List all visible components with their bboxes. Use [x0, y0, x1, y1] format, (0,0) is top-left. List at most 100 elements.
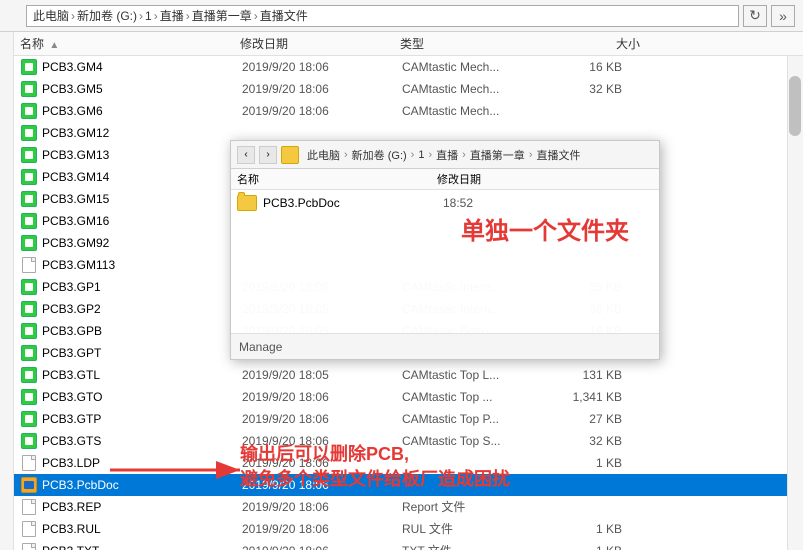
- file-icon-cell: [20, 410, 38, 428]
- popup-path: 此电脑 › 新加卷 (G:) › 1 › 直播 › 直播第一章 › 直播文件: [307, 147, 580, 163]
- popup-path-1: 此电脑: [307, 147, 340, 163]
- file-row[interactable]: PCB3.GM4 2019/9/20 18:06 CAMtastic Mech.…: [0, 56, 803, 78]
- file-icon-cell: [20, 212, 38, 230]
- col-header-date[interactable]: 修改日期: [240, 35, 400, 52]
- green-icon: [21, 389, 37, 405]
- file-size: 1 KB: [562, 544, 642, 550]
- file-icon-cell: [20, 124, 38, 142]
- file-size: 1 KB: [562, 522, 642, 536]
- green-icon: [21, 235, 37, 251]
- file-row[interactable]: PCB3.GM5 2019/9/20 18:06 CAMtastic Mech.…: [0, 78, 803, 100]
- file-row[interactable]: PCB3.TXT 2019/9/20 18:06 TXT 文件 1 KB: [0, 540, 803, 550]
- green-icon: [21, 213, 37, 229]
- popup-file-icon: [237, 193, 257, 213]
- file-row[interactable]: PCB3.RUL 2019/9/20 18:06 RUL 文件 1 KB: [0, 518, 803, 540]
- file-row[interactable]: PCB3.GTL 2019/9/20 18:05 CAMtastic Top L…: [0, 364, 803, 386]
- file-name: PCB3.LDP: [42, 456, 242, 470]
- file-name: PCB3.GM15: [42, 192, 242, 206]
- file-row[interactable]: PCB3.REP 2019/9/20 18:06 Report 文件: [0, 496, 803, 518]
- path-part-2: 新加卷 (G:): [77, 7, 137, 24]
- popup-col-header-name[interactable]: 名称: [237, 171, 437, 187]
- refresh-button[interactable]: ↻: [743, 5, 767, 27]
- address-bar: 此电脑 › 新加卷 (G:) › 1 › 直播 › 直播第一章 › 直播文件 ↻…: [0, 0, 803, 32]
- col-header-type[interactable]: 类型: [400, 35, 560, 52]
- popup-folder-icon: [281, 146, 299, 164]
- file-row[interactable]: PCB3.GTP 2019/9/20 18:06 CAMtastic Top P…: [0, 408, 803, 430]
- file-icon-cell: [20, 476, 38, 494]
- green-icon: [21, 323, 37, 339]
- popup-col-header-date[interactable]: 修改日期: [437, 171, 557, 187]
- file-name: PCB3.GM5: [42, 82, 242, 96]
- popup-back-button[interactable]: ‹: [237, 146, 255, 164]
- path-part-6: 直播文件: [260, 7, 308, 24]
- file-name: PCB3.RUL: [42, 522, 242, 536]
- file-name: PCB3.GPB: [42, 324, 242, 338]
- green-icon: [21, 169, 37, 185]
- scrollbar-thumb[interactable]: [789, 76, 801, 136]
- file-date: 2019/9/20 18:06: [242, 412, 402, 426]
- file-date: 2019/9/20 18:06: [242, 522, 402, 536]
- file-type: CAMtastic Top ...: [402, 390, 562, 404]
- col-header-name[interactable]: 名称 ▲: [20, 35, 240, 52]
- file-date: 2019/9/20 18:06: [242, 390, 402, 404]
- annotation-text-delete-pcb: 输出后可以删除PCB,: [240, 440, 409, 466]
- file-date: 2019/9/20 18:06: [242, 60, 402, 74]
- file-name: PCB3.REP: [42, 500, 242, 514]
- popup-path-4: 直播: [436, 147, 458, 163]
- path-part-1: 此电脑: [33, 7, 69, 24]
- file-icon-cell: [20, 168, 38, 186]
- green-icon: [21, 411, 37, 427]
- file-icon: [22, 499, 36, 515]
- col-header-size[interactable]: 大小: [560, 35, 640, 52]
- file-type: Report 文件: [402, 498, 562, 515]
- pcbdoc-icon: [21, 477, 37, 493]
- popup-forward-button[interactable]: ›: [259, 146, 277, 164]
- file-size: 32 KB: [562, 82, 642, 96]
- file-date: 2019/9/20 18:06: [242, 82, 402, 96]
- green-icon: [21, 147, 37, 163]
- file-icon-cell: [20, 520, 38, 538]
- address-bar-path[interactable]: 此电脑 › 新加卷 (G:) › 1 › 直播 › 直播第一章 › 直播文件: [26, 5, 739, 27]
- file-size: 32 KB: [562, 434, 642, 448]
- file-name: PCB3.GM13: [42, 148, 242, 162]
- popup-path-3: 1: [418, 149, 424, 161]
- green-icon: [21, 433, 37, 449]
- file-name: PCB3.GPT: [42, 346, 242, 360]
- file-name: PCB3.GM12: [42, 126, 242, 140]
- file-row[interactable]: PCB3.GM6 2019/9/20 18:06 CAMtastic Mech.…: [0, 100, 803, 122]
- file-name: PCB3.GTP: [42, 412, 242, 426]
- file-icon-cell: [20, 146, 38, 164]
- file-size: 16 KB: [562, 60, 642, 74]
- file-icon-cell: [20, 344, 38, 362]
- green-icon: [21, 367, 37, 383]
- path-part-3: 1: [145, 9, 152, 23]
- green-icon: [21, 81, 37, 97]
- file-icon-cell: [20, 388, 38, 406]
- more-button[interactable]: »: [771, 5, 795, 27]
- file-icon-cell: [20, 300, 38, 318]
- explorer-window: 此电脑 › 新加卷 (G:) › 1 › 直播 › 直播第一章 › 直播文件 ↻…: [0, 0, 803, 550]
- file-date: 2019/9/20 18:06: [242, 544, 402, 550]
- file-name: PCB3.PcbDoc: [42, 478, 242, 492]
- green-icon: [21, 191, 37, 207]
- popup-manage-bar: Manage: [231, 333, 659, 359]
- file-size: 131 KB: [562, 368, 642, 382]
- popup-path-6: 直播文件: [536, 147, 580, 163]
- file-size: 1,341 KB: [562, 390, 642, 404]
- file-date: 2019/9/20 18:06: [242, 500, 402, 514]
- green-icon: [21, 301, 37, 317]
- file-row[interactable]: PCB3.GTO 2019/9/20 18:06 CAMtastic Top .…: [0, 386, 803, 408]
- file-type: CAMtastic Top S...: [402, 434, 562, 448]
- green-icon: [21, 125, 37, 141]
- file-name: PCB3.TXT: [42, 544, 242, 550]
- green-icon: [21, 59, 37, 75]
- file-icon-cell: [20, 542, 38, 550]
- scrollbar[interactable]: [787, 56, 803, 550]
- file-icon-cell: [20, 256, 38, 274]
- file-icon-cell: [20, 454, 38, 472]
- popup-file-date: 18:52: [443, 196, 563, 210]
- file-type: CAMtastic Top L...: [402, 368, 562, 382]
- file-icon-cell: [20, 432, 38, 450]
- file-name: PCB3.GM6: [42, 104, 242, 118]
- path-part-4: 直播: [160, 7, 184, 24]
